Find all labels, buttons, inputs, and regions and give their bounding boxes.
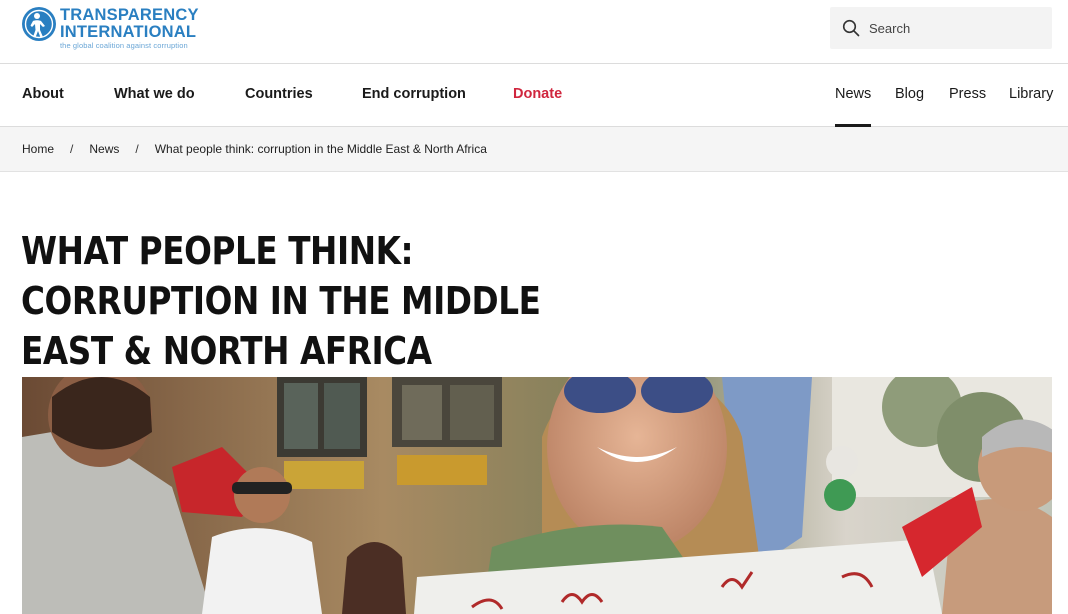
nav-about[interactable]: About xyxy=(22,64,64,126)
breadcrumb: Home / News / What people think: corrupt… xyxy=(0,127,1068,172)
protest-photo xyxy=(22,377,1052,614)
logo-tagline: the global coalition against corruption xyxy=(60,41,188,50)
site-header: TRANSPARENCY INTERNATIONAL the global co… xyxy=(0,0,1068,64)
logo-wordmark-line2: INTERNATIONAL xyxy=(60,22,197,41)
logo-wordmark-line1: TRANSPARENCY xyxy=(60,6,199,24)
breadcrumb-separator: / xyxy=(70,142,74,156)
nav-news[interactable]: News xyxy=(835,64,872,127)
breadcrumb-current: What people think: corruption in the Mid… xyxy=(154,142,487,156)
site-logo[interactable]: TRANSPARENCY INTERNATIONAL the global co… xyxy=(21,6,199,50)
search-icon[interactable] xyxy=(842,19,860,37)
breadcrumb-separator: / xyxy=(135,142,139,156)
hero-image xyxy=(22,377,1052,614)
main-nav: About What we do Countries End corruptio… xyxy=(0,63,1068,127)
nav-press[interactable]: Press xyxy=(949,64,986,126)
search-input[interactable] xyxy=(869,20,1039,36)
page-title: What people think: corruption in the Mid… xyxy=(21,229,541,373)
globe-person-icon xyxy=(22,7,56,41)
breadcrumb-home[interactable]: Home xyxy=(22,142,54,156)
nav-library[interactable]: Library xyxy=(1009,64,1053,126)
breadcrumb-news[interactable]: News xyxy=(89,142,119,156)
nav-blog[interactable]: Blog xyxy=(895,64,924,126)
nav-donate[interactable]: Donate xyxy=(513,64,562,126)
nav-countries[interactable]: Countries xyxy=(245,64,313,126)
nav-what-we-do[interactable]: What we do xyxy=(114,64,195,126)
search-box[interactable] xyxy=(830,7,1052,49)
nav-end-corruption[interactable]: End corruption xyxy=(362,64,466,126)
